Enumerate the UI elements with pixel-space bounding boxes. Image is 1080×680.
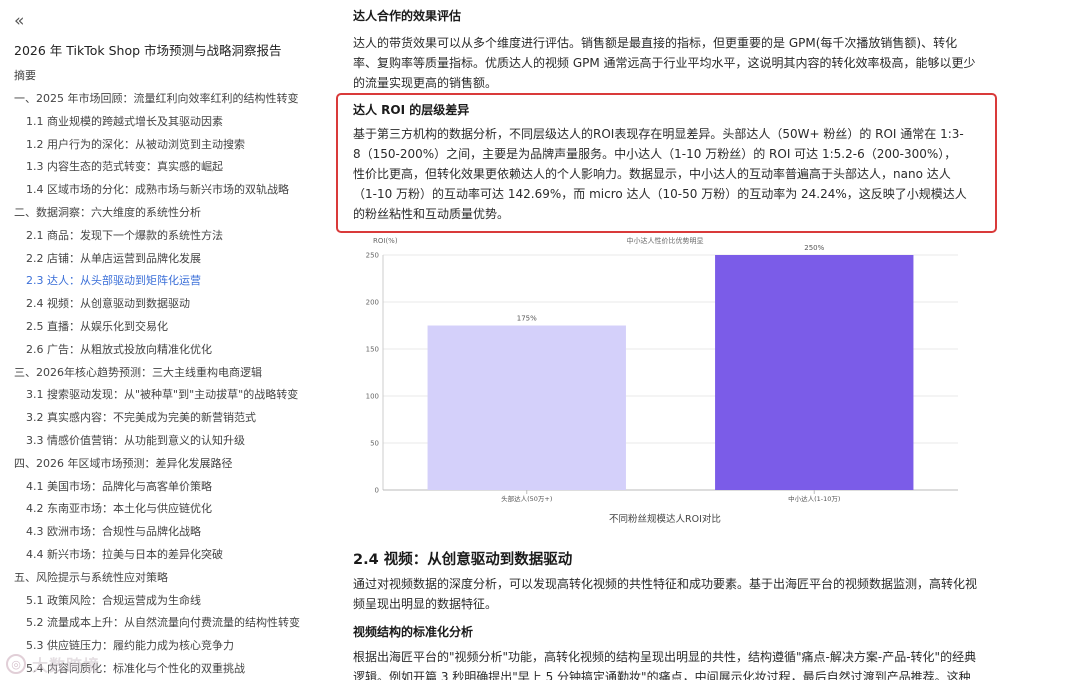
chart-y-tick-label: 250 [366, 252, 379, 260]
toc-item[interactable]: 1.2 用户行为的深化：从被动浏览到主动搜索 [14, 137, 300, 160]
toc-item[interactable]: 4.2 东南亚市场：本土化与供应链优化 [14, 501, 300, 524]
toc-item[interactable]: 二、数据洞察：六大维度的系统性分析 [14, 205, 300, 228]
watermark-text: 大数跨境 [32, 656, 101, 675]
paragraph-video-structure: 根据出海匠平台的"视频分析"功能，高转化视频的结构呈现出明显的共性，结构遵循"痛… [353, 650, 977, 680]
toc-item[interactable]: 4.1 美国市场：品牌化与高客单价策略 [14, 479, 300, 502]
watermark-logo-icon: ◎ [6, 654, 26, 674]
toc-item[interactable]: 3.3 情感价值营销：从功能到意义的认知升级 [14, 433, 300, 456]
app-window: « 2026 年 TikTok Shop 市场预测与战略洞察报告 摘要 一、20… [0, 0, 1080, 680]
paragraph-roi-tiers: 基于第三方机构的数据分析，不同层级达人的ROI表现存在明显差异。头部达人（50W… [353, 127, 967, 221]
chart-data-label: 250% [804, 244, 824, 252]
toc-item[interactable]: 五、风险提示与系统性应对策略 [14, 570, 300, 593]
chart-y-tick-label: 50 [370, 440, 379, 448]
paragraph-effect-evaluation: 达人的带货效果可以从多个维度进行评估。销售额是最直接的指标，但更重要的是 GPM… [353, 36, 976, 90]
toc-item[interactable]: 一、2025 年市场回顾：流量红利向效率红利的结构性转变 [14, 91, 300, 114]
chart-title: 中小达人性价比优势明显 [627, 236, 704, 245]
toc-item[interactable]: 四、2026 年区域市场预测：差异化发展路径 [14, 456, 300, 479]
chart-y-tick-label: 100 [366, 393, 379, 401]
chart-x-tick-label: 中小达人(1-10万) [788, 494, 840, 503]
toc-item[interactable]: 1.3 内容生态的范式转变：真实感的崛起 [14, 159, 300, 182]
toc-item[interactable]: 2.2 店铺：从单店运营到品牌化发展 [14, 251, 300, 274]
toc-item[interactable]: 2.1 商品：发现下一个爆款的系统性方法 [14, 228, 300, 251]
chart-data-label: 175% [517, 315, 537, 323]
toc-list: 一、2025 年市场回顾：流量红利向效率红利的结构性转变 1.1 商业规模的跨越式… [14, 91, 300, 680]
toc-item[interactable]: 4.4 新兴市场：拉美与日本的差异化突破 [14, 547, 300, 570]
toc-item[interactable]: 5.1 政策风险：合规运营成为生命线 [14, 593, 300, 616]
toc-report-title[interactable]: 2026 年 TikTok Shop 市场预测与战略洞察报告 [14, 40, 300, 59]
toc-item[interactable]: 2.4 视频：从创意驱动到数据驱动 [14, 296, 300, 319]
toc-item[interactable]: 3.2 真实感内容：不完美成为完美的新营销范式 [14, 410, 300, 433]
heading-roi-tiers: 达人 ROI 的层级差异 [353, 103, 470, 117]
chart-y-tick-label: 200 [366, 299, 379, 307]
paragraph-video-section: 通过对视频数据的深度分析，可以发现高转化视频的共性特征和成功要素。基于出海匠平台… [353, 577, 978, 611]
toc-item[interactable]: 1.1 商业规模的跨越式增长及其驱动因素 [14, 114, 300, 137]
chart-x-tick-label: 头部达人(50万+) [501, 494, 552, 503]
toc-sidebar: « 2026 年 TikTok Shop 市场预测与战略洞察报告 摘要 一、20… [0, 0, 300, 680]
toc-item[interactable]: 三、2026年核心趋势预测：三大主线重构电商逻辑 [14, 365, 300, 388]
chart-bar [715, 255, 914, 490]
article-content: 达人合作的效果评估 达人的带货效果可以从多个维度进行评估。销售额是最直接的指标，… [336, 0, 997, 680]
chart-y-axis-label: ROI(%) [373, 237, 398, 245]
watermark: ◎ 大数跨境 [6, 652, 136, 676]
toc-item[interactable]: 1.4 区域市场的分化：成熟市场与新兴市场的双轨战略 [14, 182, 300, 205]
chart-x-axis-label: 不同粉丝规模达人ROI对比 [609, 513, 721, 525]
toc-item[interactable]: 4.3 欧洲市场：合规性与品牌化战略 [14, 524, 300, 547]
roi-bar-chart: ROI(%) 中小达人性价比优势明显 0 50 100 150 200 250 175% 头部达人… [366, 236, 958, 525]
toc-item[interactable]: 2.6 广告：从粗放式投放向精准化优化 [14, 342, 300, 365]
chart-y-tick-label: 0 [375, 487, 379, 495]
chart-bar [427, 325, 626, 490]
toc-item[interactable]: 2.3 达人：从头部驱动到矩阵化运营 [14, 273, 300, 296]
heading-video-section: 2.4 视频：从创意驱动到数据驱动 [353, 552, 573, 568]
chart-y-tick-label: 150 [366, 346, 379, 354]
toc-item[interactable]: 2.5 直播：从娱乐化到交易化 [14, 319, 300, 342]
toc-item[interactable]: 5.2 流量成本上升：从自然流量向付费流量的结构性转变 [14, 615, 300, 638]
toc-item[interactable]: 3.1 搜索驱动发现：从"被种草"到"主动拔草"的战略转变 [14, 387, 300, 410]
heading-effect-evaluation: 达人合作的效果评估 [353, 9, 462, 23]
heading-video-structure: 视频结构的标准化分析 [353, 625, 474, 639]
collapse-sidebar-icon[interactable]: « [14, 10, 300, 32]
toc-summary-link[interactable]: 摘要 [14, 67, 300, 83]
